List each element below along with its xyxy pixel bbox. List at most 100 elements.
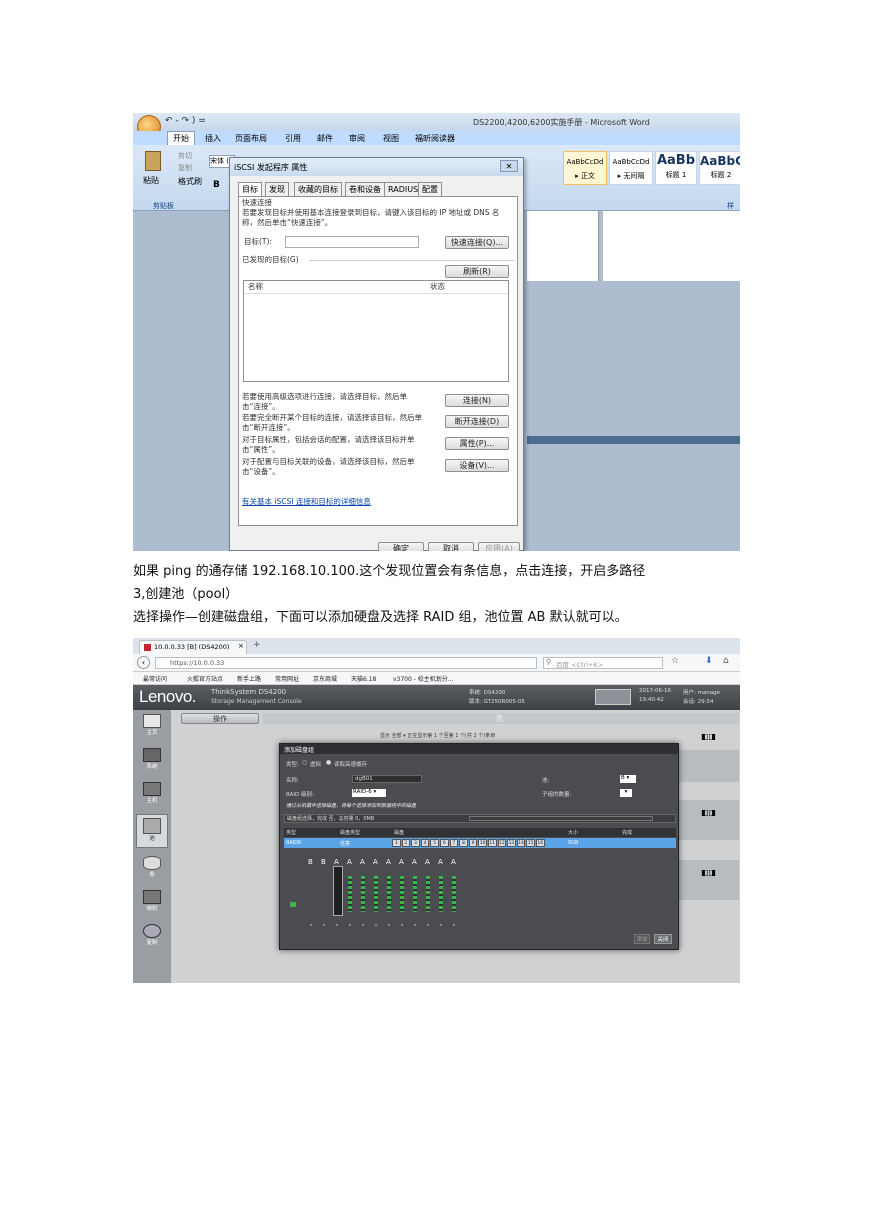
drive-slot[interactable] (361, 876, 365, 912)
disconnect-button[interactable]: 断开连接(D) (445, 415, 509, 428)
refresh-button[interactable]: 刷新(R) (445, 265, 509, 278)
iscsi-info-link[interactable]: 有关基本 iSCSI 连接和目标的详细信息 (242, 497, 371, 507)
pager-icon-2[interactable]: ◧◨ (701, 808, 716, 817)
pool-select[interactable]: B ▾ (620, 775, 636, 783)
bookmark-getting-started[interactable]: 新手上路 (237, 674, 261, 683)
nav-system[interactable]: 系统 (138, 748, 166, 774)
download-icon[interactable]: ⬇ (705, 656, 713, 666)
disk-cell[interactable]: 8 (459, 839, 468, 847)
paste-icon[interactable] (145, 151, 161, 171)
drive-slot[interactable] (426, 876, 430, 912)
nav-volumes[interactable]: 卷 (138, 856, 166, 882)
disk-cell[interactable]: 9 (468, 839, 478, 847)
pager-icon-1[interactable]: ◧◨ (701, 732, 716, 741)
tab-discovery[interactable]: 发现 (265, 182, 289, 196)
drive-slot[interactable] (374, 876, 378, 912)
type-virtual-radio[interactable]: ○ (302, 759, 307, 766)
style-normal[interactable]: AaBbCcDd ▸ 正文 (563, 151, 607, 185)
tab-view[interactable]: 视图 (383, 133, 399, 144)
drive-slot[interactable] (439, 876, 443, 912)
disk-cell[interactable]: 2 (401, 839, 411, 847)
style-heading-2[interactable]: AaBbC 标题 2 (699, 151, 740, 185)
tab-configuration[interactable]: 配置 (418, 182, 442, 196)
new-tab-icon[interactable]: + (253, 640, 261, 650)
cancel-button[interactable]: 取消 (428, 542, 474, 551)
browser-tab[interactable]: 10.0.0.33 [B] (DS4200) × (139, 640, 247, 654)
tab-targets[interactable]: 目标 (238, 182, 262, 196)
disk-cell[interactable]: 4 (420, 839, 430, 847)
nav-home[interactable]: 主页 (138, 714, 166, 740)
disk-cell[interactable]: 10 (478, 839, 487, 847)
search-field[interactable]: ⚲ 百度 <Ctrl+K> (543, 657, 663, 669)
paste-label[interactable]: 粘贴 (143, 175, 159, 186)
quick-connect-button[interactable]: 快速连接(Q)... (445, 236, 509, 249)
pager-icon-3[interactable]: ◧◨ (701, 868, 716, 877)
tab-insert[interactable]: 插入 (205, 133, 221, 144)
devices-button[interactable]: 设备(V)... (445, 459, 509, 472)
selected-drive-slot[interactable] (333, 866, 343, 916)
home-icon[interactable]: ⌂ (723, 656, 729, 666)
properties-button[interactable]: 属性(P)... (445, 437, 509, 450)
targets-list[interactable]: 名称 状态 (243, 280, 509, 382)
cut-button[interactable]: 剪切 (178, 151, 192, 161)
disk-cell[interactable]: 12 (497, 839, 507, 847)
disk-cell[interactable]: 7 (449, 839, 459, 847)
nav-replication[interactable]: 复制 (138, 924, 166, 950)
disk-cell[interactable]: 3 (411, 839, 420, 847)
type-read-cache-radio[interactable]: ● (326, 759, 331, 766)
close-button[interactable]: 关闭 (654, 934, 672, 944)
url-field[interactable]: https://10.0.0.33 (155, 657, 537, 669)
drive-slot[interactable] (387, 876, 391, 912)
style-heading-1[interactable]: AaBb 标题 1 (655, 151, 697, 185)
quick-access-toolbar[interactable]: ↶ - ↷ ) = (165, 116, 206, 126)
bookmark-v3700[interactable]: v3700 - 校主机划分... (393, 674, 454, 683)
tab-close-icon[interactable]: × (238, 642, 244, 650)
bookmark-star-icon[interactable]: ☆ (671, 656, 679, 666)
target-input[interactable] (285, 236, 419, 248)
disk-cell[interactable]: 16 (536, 839, 545, 847)
disk-cell[interactable]: 13 (507, 839, 516, 847)
disk-cell[interactable]: 1 (392, 839, 401, 847)
disk-cell[interactable]: 11 (488, 839, 497, 847)
style-no-spacing[interactable]: AaBbCcDd ▸ 无间隔 (609, 151, 653, 185)
drive-slot[interactable] (348, 876, 352, 912)
format-painter-button[interactable]: 格式刷 (178, 176, 202, 187)
copy-button[interactable]: 复制 (178, 163, 192, 173)
add-button[interactable]: 添加 (634, 934, 650, 944)
tab-favorite-targets[interactable]: 收藏的目标 (294, 182, 342, 196)
bold-button[interactable]: B (213, 180, 220, 190)
tab-foxit[interactable]: 福昕阅读器 (415, 133, 455, 144)
operations-button[interactable]: 操作 (181, 713, 259, 724)
bookmark-common-sites[interactable]: 常用网址 (275, 674, 299, 683)
drive-slot[interactable] (400, 876, 404, 912)
connect-button[interactable]: 连接(N) (445, 394, 509, 407)
dialog-close-button[interactable]: ✕ (500, 160, 518, 172)
tab-references[interactable]: 引用 (285, 133, 301, 144)
raid-level-select[interactable]: RAID-6 ▾ (352, 789, 386, 797)
drive-slot[interactable] (452, 876, 456, 912)
subgroups-select[interactable]: ▾ (620, 789, 632, 797)
bookmark-jd[interactable]: 京东商城 (313, 674, 337, 683)
disk-cell[interactable]: 14 (516, 839, 526, 847)
tab-volumes-devices[interactable]: 卷和设备 (345, 182, 385, 196)
tab-mailings[interactable]: 邮件 (317, 133, 333, 144)
disk-cell[interactable]: 15 (526, 839, 535, 847)
bookmark-tmall[interactable]: 天猫6.18 (351, 674, 376, 683)
drive-slot[interactable] (413, 876, 417, 912)
disk-cell[interactable]: 6 (440, 839, 449, 847)
bookmark-most-visited[interactable]: 最常访问 (143, 674, 167, 683)
nav-hosts[interactable]: 主机 (138, 782, 166, 808)
nav-pools[interactable]: 池 (136, 814, 168, 848)
disk-table-row[interactable]: RAID6 任意 1 2 3 4 5 6 7 8 9 10 11 12 13 14 15 16 0GB (284, 838, 676, 848)
tab-page-layout[interactable]: 页面布局 (235, 133, 267, 144)
nav-mapping[interactable]: 映射 (138, 890, 166, 916)
tab-home[interactable]: 开始 (167, 131, 195, 145)
tab-radius[interactable]: RADIUS (384, 182, 423, 196)
ok-button[interactable]: 确定 (378, 542, 424, 551)
back-icon[interactable]: ‹ (137, 656, 150, 669)
bookmark-firefox-site[interactable]: 火狐官方站点 (187, 674, 223, 683)
disk-cell[interactable]: 5 (430, 839, 439, 847)
name-input[interactable]: dgB01 (352, 775, 422, 783)
tab-review[interactable]: 审阅 (349, 133, 365, 144)
apply-button[interactable]: 应用(A) (478, 542, 520, 551)
